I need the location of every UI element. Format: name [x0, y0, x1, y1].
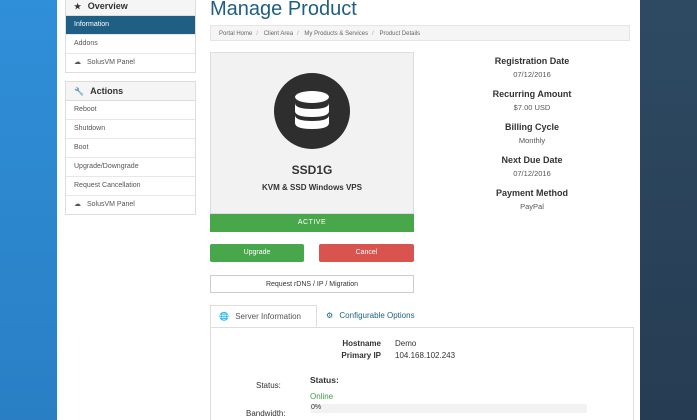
sidebar-item-label: Request Cancellation	[74, 182, 141, 189]
bandwidth-label: Bandwidth:	[246, 409, 286, 418]
breadcrumb-item-product-details: Product Details	[379, 31, 421, 37]
sidebar-item-addons[interactable]: Addons	[66, 35, 195, 54]
registration-date-label: Registration Date	[494, 56, 570, 66]
product-group: KVM & SSD Windows VPS	[262, 183, 362, 192]
server-information-panel: Hostname Demo Primary IP 104.168.102.243…	[210, 327, 634, 420]
sidebar-item-upgrade-downgrade[interactable]: Upgrade/Downgrade	[66, 158, 195, 177]
bandwidth-progress-bar	[310, 404, 587, 413]
background-right	[640, 0, 697, 420]
actions-panel-header: 🔧 Actions	[66, 82, 195, 101]
sidebar-item-boot[interactable]: Boot	[66, 139, 195, 158]
primary-ip-value: 104.168.102.243	[395, 351, 456, 360]
status-label: Status:	[256, 381, 281, 390]
next-due-date-value: 07/12/2016	[513, 169, 551, 178]
globe-icon: 🌐	[219, 312, 229, 321]
overview-panel-header: ★ Overview	[66, 0, 195, 16]
registration-date-value: 07/12/2016	[513, 70, 551, 79]
hostname-value: Demo	[395, 339, 417, 348]
sidebar-item-label: SolusVM Panel	[86, 59, 135, 66]
breadcrumb-item-my-products[interactable]: My Products & Services	[304, 31, 368, 37]
sidebar-item-label: SolusVM Panel	[86, 201, 135, 208]
overview-panel: ★ Overview Information Addons ☁ SolusVM …	[65, 0, 196, 73]
hostname-label: Hostname	[342, 339, 381, 348]
sidebar-item-label: Information	[74, 21, 110, 28]
sidebar-item-label: Reboot	[74, 106, 97, 113]
database-icon	[295, 91, 329, 129]
product-name: SSD1G	[291, 163, 333, 177]
cancel-button[interactable]: Cancel	[319, 244, 414, 262]
cubes-icon: ⚙	[326, 311, 334, 320]
tab-label: Server Information	[235, 312, 302, 321]
cloud-icon: ☁	[74, 59, 81, 66]
sidebar-item-shutdown[interactable]: Shutdown	[66, 120, 195, 139]
tab-bar: 🌐 Server Information ⚙ Configurable Opti…	[210, 305, 634, 328]
payment-method-label: Payment Method	[495, 188, 568, 198]
overview-title: Overview	[87, 1, 128, 11]
actions-panel: 🔧 Actions Reboot Shutdown Boot Upgrade/D…	[65, 81, 196, 215]
tab-configurable-options[interactable]: ⚙ Configurable Options	[318, 305, 438, 327]
database-icon-circle	[274, 73, 350, 149]
billing-cycle-label: Billing Cycle	[504, 122, 559, 132]
sidebar-item-label: Boot	[74, 144, 89, 151]
breadcrumb: Portal Home / Client Area / My Products & …	[210, 25, 630, 41]
payment-method-value: PayPal	[520, 202, 544, 211]
sidebar-item-request-cancellation[interactable]: Request Cancellation	[66, 177, 195, 196]
main-content: ★ Overview Information Addons ☁ SolusVM …	[57, 0, 640, 420]
billing-info: Registration Date 07/12/2016 Recurring A…	[457, 56, 607, 221]
primary-ip-label: Primary IP	[341, 351, 381, 360]
billing-cycle-value: Monthly	[518, 136, 546, 145]
sidebar-item-information[interactable]: Information	[66, 16, 195, 35]
status-title: Status:	[310, 375, 339, 385]
status-online: Online	[310, 392, 334, 401]
tab-server-information[interactable]: 🌐 Server Information	[210, 305, 317, 327]
next-due-date-label: Next Due Date	[501, 155, 563, 165]
actions-title: Actions	[90, 86, 124, 96]
breadcrumb-item-client-area[interactable]: Client Area	[264, 31, 293, 37]
page-title: Manage Product	[210, 0, 357, 20]
sidebar-item-solusvm-panel-action[interactable]: ☁ SolusVM Panel	[66, 196, 195, 214]
sidebar-item-label: Shutdown	[74, 125, 106, 132]
breadcrumb-item-portal-home[interactable]: Portal Home	[219, 31, 252, 37]
bandwidth-percent: 0%	[311, 404, 322, 411]
tab-label: Configurable Options	[339, 311, 415, 320]
recurring-amount-label: Recurring Amount	[492, 89, 572, 99]
request-rdns-button[interactable]: Request rDNS / IP / Migration	[210, 275, 414, 293]
star-icon: ★	[74, 2, 82, 11]
recurring-amount-value: $7.00 USD	[513, 103, 551, 112]
background-left	[0, 0, 57, 420]
upgrade-button[interactable]: Upgrade	[210, 244, 304, 262]
sidebar-item-solusvm-panel[interactable]: ☁ SolusVM Panel	[66, 54, 195, 72]
sidebar-item-label: Addons	[74, 40, 98, 47]
product-card: SSD1G KVM & SSD Windows VPS	[210, 52, 414, 214]
status-badge: ACTIVE	[210, 214, 414, 232]
cloud-icon: ☁	[74, 201, 81, 208]
wrench-icon: 🔧	[74, 87, 84, 96]
sidebar-item-label: Upgrade/Downgrade	[74, 163, 139, 170]
sidebar-item-reboot[interactable]: Reboot	[66, 101, 195, 120]
